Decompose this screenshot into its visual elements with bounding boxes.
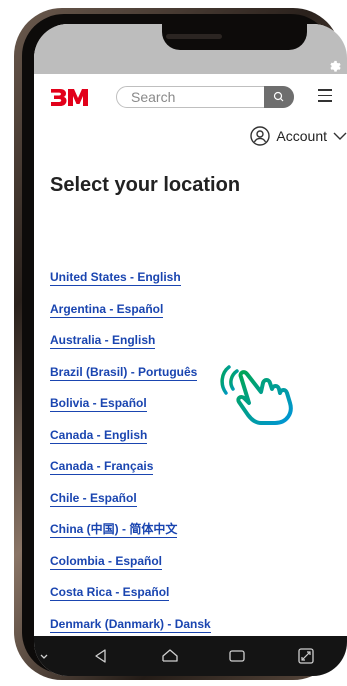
recent-apps-icon[interactable] [227, 646, 247, 666]
location-link-canada-francais[interactable]: Canada - Français [50, 459, 154, 475]
location-item: Costa Rica - Español [50, 583, 211, 615]
location-link-costa-rica-espanol[interactable]: Costa Rica - Español [50, 585, 170, 601]
location-link-argentina-espanol[interactable]: Argentina - Español [50, 301, 164, 318]
gear-icon[interactable] [327, 58, 341, 72]
location-item: United States - English [50, 268, 211, 300]
search-button[interactable] [264, 86, 294, 108]
hamburger-menu-icon[interactable] [318, 89, 332, 102]
account-avatar-icon [250, 126, 271, 146]
account-label: Account [276, 128, 327, 144]
location-link-united-states-english[interactable]: United States - English [50, 270, 181, 286]
location-link-colombia-espanol[interactable]: Colombia - Español [50, 553, 163, 570]
android-nav-bar [34, 636, 347, 676]
account-menu[interactable]: Account [250, 125, 347, 147]
location-item: Colombia - Español [50, 552, 211, 584]
location-item: China (中国) - 简体中文 [50, 520, 211, 552]
account-bar: Account [34, 119, 347, 153]
location-link-chile-espanol[interactable]: Chile - Español [50, 490, 137, 507]
location-item: Australia - English [50, 331, 211, 363]
location-item: Bolivia - Español [50, 394, 211, 426]
location-list: United States - English Argentina - Espa… [50, 268, 211, 646]
location-link-bolivia-espanol[interactable]: Bolivia - Español [50, 396, 147, 412]
phone-screen: Search Account Select your location Unit… [34, 24, 347, 676]
page-title: Select your location [50, 174, 241, 196]
location-item: Argentina - Español [50, 300, 211, 332]
3m-logo[interactable] [50, 86, 94, 108]
search-field[interactable]: Search [116, 86, 294, 108]
expand-icon[interactable] [296, 646, 316, 666]
location-item: Canada - Français [50, 457, 211, 489]
location-item: Canada - English [50, 426, 211, 458]
pointing-hand-icon [220, 365, 293, 425]
home-icon[interactable] [160, 646, 180, 666]
chevron-down-icon [333, 132, 347, 140]
location-link-australia-english[interactable]: Australia - English [50, 333, 156, 349]
location-link-denmark-dansk[interactable]: Denmark (Danmark) - Dansk [50, 616, 211, 633]
location-item: Brazil (Brasil) - Português [50, 363, 211, 395]
location-link-brazil-portugues[interactable]: Brazil (Brasil) - Português [50, 364, 198, 381]
location-item: Chile - Español [50, 489, 211, 521]
phone-speaker [166, 34, 222, 39]
location-link-china-chinese[interactable]: China (中国) - 简体中文 [50, 522, 178, 538]
back-icon[interactable] [91, 646, 111, 666]
chevron-down-icon[interactable] [34, 646, 54, 666]
top-nav: Search [34, 74, 347, 114]
search-placeholder: Search [131, 89, 176, 105]
location-link-canada-english[interactable]: Canada - English [50, 427, 148, 444]
search-icon [273, 91, 284, 102]
